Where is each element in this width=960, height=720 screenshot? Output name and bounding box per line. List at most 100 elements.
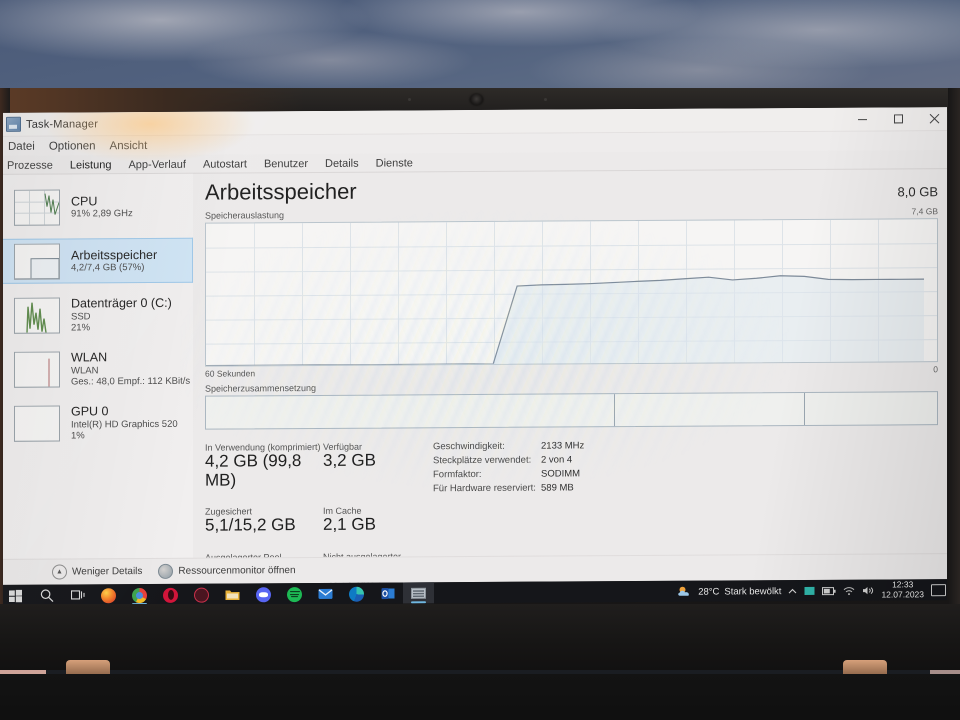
onedrive-icon[interactable] — [804, 586, 815, 596]
outlook-icon — [381, 588, 394, 600]
cpu-thumbnail-icon — [14, 189, 60, 226]
menu-item-optionen[interactable]: Optionen — [49, 140, 96, 152]
tab-app-verlauf[interactable]: App-Verlauf — [125, 159, 188, 173]
microphone-right-icon — [544, 98, 547, 101]
resource-monitor-link[interactable]: Ressourcenmonitor öffnen — [158, 563, 296, 579]
sidebar-wlan-type: WLAN — [71, 364, 99, 377]
system-tray-icons — [788, 586, 874, 597]
memory-usage-graph — [205, 218, 938, 367]
menu-item-datei[interactable]: Datei — [8, 140, 35, 152]
tab-autostart[interactable]: Autostart — [200, 158, 250, 172]
sidebar-gpu-model: Intel(R) HD Graphics 520 — [71, 418, 178, 431]
close-button[interactable] — [916, 107, 947, 130]
detail-slots-value: 2 von 4 — [541, 454, 573, 466]
cloudy-weather-icon — [678, 586, 690, 596]
detail-row-slots: Steckplätze verwendet: 2 von 4 — [433, 454, 584, 466]
sidebar-cpu-stat: 91% 2,89 GHz — [71, 208, 133, 220]
sidebar-disk-stat: 21% — [71, 322, 91, 334]
fewer-details-button[interactable]: ▲ Weniger Details — [52, 564, 142, 580]
tab-prozesse[interactable]: Prozesse — [4, 160, 56, 174]
file-explorer-button[interactable] — [217, 583, 248, 605]
weather-widget[interactable]: 28°C Stark bewölkt — [677, 585, 781, 598]
stat-cached-value: 2,1 GB — [323, 514, 376, 535]
discord-button[interactable] — [248, 583, 279, 605]
mail-button[interactable] — [310, 583, 341, 605]
laptop: Task-Manager Datei Optionen Ansicht Proz… — [0, 88, 960, 720]
webcam-icon — [470, 94, 483, 105]
task-manager-icon — [6, 116, 21, 132]
firefox-icon — [101, 587, 116, 603]
sidebar-item-disk[interactable]: Datenträger 0 (C:) SSD 21% — [3, 292, 193, 338]
detail-row-formfactor: Formfaktor: SODIMM — [433, 468, 584, 480]
gpu-thumbnail-icon — [14, 405, 60, 442]
photograph-of-laptop: Task-Manager Datei Optionen Ansicht Proz… — [0, 0, 960, 720]
sidebar-item-cpu[interactable]: CPU 91% 2,89 GHz — [3, 184, 193, 230]
detail-hardware-reserved-key: Für Hardware reserviert: — [433, 482, 536, 495]
folder-icon — [225, 589, 240, 600]
stat-committed: Zugesichert 5,1/15,2 GB — [205, 506, 323, 535]
opera-icon — [163, 587, 178, 603]
performance-sidebar: CPU 91% 2,89 GHz Arbeitsspeicher 4,2/7,4… — [3, 173, 193, 561]
memory-thumbnail-icon — [14, 243, 60, 280]
volume-icon[interactable] — [862, 586, 874, 596]
start-button[interactable] — [3, 585, 31, 606]
outlook-button[interactable] — [372, 582, 403, 604]
microphone-left-icon — [408, 98, 411, 101]
minimize-button[interactable] — [844, 108, 880, 131]
menu-item-ansicht[interactable]: Ansicht — [110, 140, 148, 152]
restore-button[interactable] — [880, 107, 916, 130]
memory-usage-plot — [206, 275, 924, 366]
spotify-button[interactable] — [279, 583, 310, 605]
sidebar-item-wlan[interactable]: WLAN WLAN Ges.: 48,0 Empf.: 112 KBit/s — [3, 346, 193, 392]
discord-icon — [256, 586, 271, 602]
chevron-up-icon[interactable] — [788, 587, 797, 596]
graph-max-label: 7,4 GB — [911, 206, 938, 217]
spotify-icon — [287, 586, 302, 602]
wifi-icon[interactable] — [843, 586, 855, 596]
fewer-details-label: Weniger Details — [72, 566, 143, 578]
detail-speed-value: 2133 MHz — [541, 440, 585, 452]
detail-row-hardware-reserved: Für Hardware reserviert: 589 MB — [433, 482, 584, 494]
tab-details[interactable]: Details — [322, 158, 362, 172]
detail-slots-key: Steckplätze verwendet: — [433, 454, 532, 467]
task-manager-button[interactable] — [403, 582, 434, 605]
windows-logo-icon — [9, 589, 22, 602]
window-title: Task-Manager — [26, 117, 99, 131]
tab-benutzer[interactable]: Benutzer — [261, 158, 311, 172]
firefox-button[interactable] — [93, 584, 124, 606]
resource-monitor-label: Ressourcenmonitor öffnen — [178, 565, 296, 577]
stat-cached: Im Cache 2,1 GB — [323, 506, 419, 535]
sidebar-wlan-name: WLAN — [71, 350, 108, 365]
task-view-button[interactable] — [62, 584, 93, 606]
edge-icon — [349, 586, 364, 602]
taskbar-clock[interactable]: 12:33 12.07.2023 — [881, 580, 924, 600]
sidebar-memory-stat: 4,2/7,4 GB (57%) — [71, 262, 145, 274]
task-manager-window: Task-Manager Datei Optionen Ansicht Proz… — [3, 107, 947, 590]
battery-icon[interactable] — [822, 586, 837, 595]
tab-dienste[interactable]: Dienste — [373, 157, 416, 171]
total-memory-label: 8,0 GB — [897, 184, 938, 200]
tab-leistung[interactable]: Leistung — [67, 159, 115, 173]
chrome-icon — [132, 587, 147, 603]
chevron-up-icon: ▲ — [52, 564, 67, 580]
graph-caption: Speicherauslastung — [205, 210, 285, 221]
memory-detail-panel: Arbeitsspeicher 8,0 GB Speicherauslastun… — [193, 169, 947, 590]
laptop-bezel-right — [948, 88, 960, 648]
sidebar-memory-name: Arbeitsspeicher — [71, 247, 158, 262]
stat-committed-value: 5,1/15,2 GB — [205, 515, 296, 536]
chrome-button[interactable] — [124, 584, 155, 606]
taskbar-tray: 28°C Stark bewölkt 12:33 12.07.2023 — [677, 579, 947, 603]
edge-button[interactable] — [341, 583, 372, 605]
action-center-icon[interactable] — [931, 584, 946, 597]
sidebar-item-gpu[interactable]: GPU 0 Intel(R) HD Graphics 520 1% — [3, 400, 193, 446]
wlan-thumbnail-icon — [14, 351, 60, 388]
sidebar-item-arbeitsspeicher[interactable]: Arbeitsspeicher 4,2/7,4 GB (57%) — [3, 237, 193, 284]
detail-formfactor-key: Formfaktor: — [433, 468, 482, 481]
lid-bottom-bezel — [0, 604, 960, 670]
weather-description: Stark bewölkt — [724, 585, 782, 597]
opera-button[interactable] — [155, 584, 186, 606]
clock-date: 12.07.2023 — [881, 589, 924, 600]
search-button[interactable] — [31, 585, 62, 606]
opera-gx-button[interactable] — [186, 584, 217, 606]
memory-composition-bar[interactable] — [205, 391, 938, 430]
